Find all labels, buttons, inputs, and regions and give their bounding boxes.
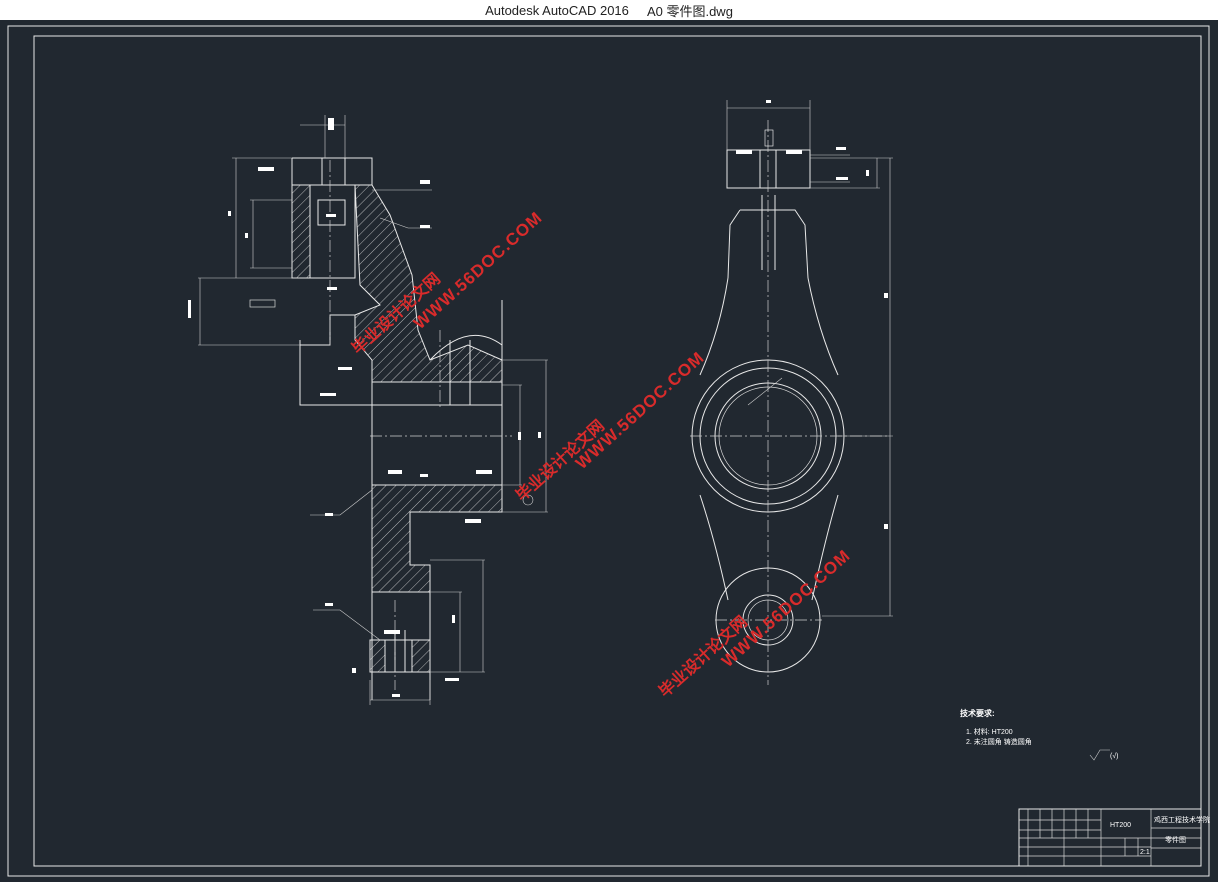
hatch-upper-boss [291, 184, 311, 279]
drawing-canvas[interactable]: 毕业设计论文网 WWW.56DOC.COM 毕业设计论文网 WWW.56DOC.… [0, 20, 1218, 882]
notes-heading: 技术要求: [960, 708, 995, 718]
watermark-group: 毕业设计论文网 WWW.56DOC.COM 毕业设计论文网 WWW.56DOC.… [348, 208, 854, 701]
app-title: Autodesk AutoCAD 2016 [485, 2, 629, 18]
hatch-bottom-boss [369, 639, 431, 673]
note-item-2: 2. 未注圆角 铸造圆角 [966, 737, 1032, 746]
watermark-url-1: WWW.56DOC.COM [410, 208, 546, 333]
title-block[interactable]: HT200 鸡西工程技术学院 2:1 零件图 [1018, 808, 1210, 867]
technical-notes: 技术要求: 1. 材料: HT200 2. 未注圆角 铸造圆角 (√) [960, 708, 1119, 761]
material-label: HT200 [1110, 822, 1131, 829]
file-title: A0 零件图.dwg [646, 3, 733, 19]
section-view[interactable] [188, 115, 548, 705]
watermark-url-3: WWW.56DOC.COM [718, 546, 854, 671]
scale-label: 2:1 [1140, 849, 1150, 856]
part-name-label: 零件图 [1165, 835, 1186, 844]
roughness-note: (√) [1110, 752, 1119, 760]
watermark-url-2: WWW.56DOC.COM [572, 348, 708, 473]
school-label: 鸡西工程技术学院 [1154, 815, 1210, 824]
window-title-bar: Autodesk AutoCAD 2016 A0 零件图.dwg [0, 0, 1218, 20]
note-item-1: 1. 材料: HT200 [966, 727, 1013, 736]
hatch-lower [371, 484, 503, 593]
